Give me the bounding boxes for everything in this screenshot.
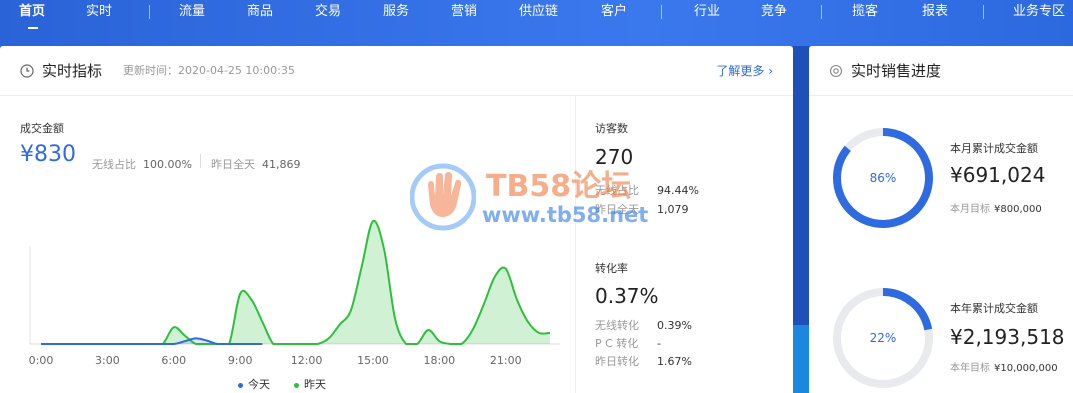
- conversion-yesterday-row: 昨日转化 1.67%: [595, 355, 692, 369]
- nav-item-realtime[interactable]: 实时: [86, 0, 112, 24]
- gmv-yesterday: 昨日全天 41,869: [211, 156, 301, 172]
- clock-icon: [20, 64, 34, 78]
- gmv-trend-chart: 0:00 3:00 6:00 9:00 12:00 15:00 18:00 21:00: [29, 219, 560, 367]
- gmv-wireless: 无线占比 100.00%: [92, 156, 192, 172]
- visitors-yesterday-value: 1,079: [657, 203, 689, 216]
- legend-item-today[interactable]: 今天: [238, 376, 270, 392]
- month-target: 本月目标 ¥800,000: [950, 200, 1042, 215]
- gmv-label: 成交金额: [20, 122, 64, 135]
- gmv-value: ¥830: [20, 142, 76, 167]
- learn-more-link[interactable]: 了解更多 ›: [716, 63, 773, 79]
- year-target-value: ¥10,000,000: [994, 363, 1058, 374]
- gmv-yesterday-value: 41,869: [262, 158, 301, 171]
- nav-separator: [661, 5, 662, 19]
- conversion-pc-row: P C 转化 -: [595, 337, 661, 351]
- sales-progress-card: 实时销售进度 86% 本月累计成交金额 ¥691,024 本月目标 ¥800,00…: [809, 46, 1073, 393]
- month-gmv-value: ¥691,024: [950, 163, 1046, 187]
- nav-item-customers[interactable]: 客户: [601, 0, 627, 24]
- conversion-value: 0.37%: [595, 284, 659, 308]
- x-tick-label: 3:00: [95, 354, 120, 367]
- divider: [200, 154, 201, 168]
- visitors-wireless-label: 无线占比: [595, 184, 639, 197]
- nav-item-competition[interactable]: 竞争: [761, 0, 787, 24]
- month-target-label: 本月目标: [950, 204, 990, 215]
- card-title: 实时销售进度: [851, 62, 942, 80]
- legend-label-today: 今天: [248, 378, 270, 391]
- x-tick-label: 21:00: [490, 354, 522, 367]
- series-area-yesterday: [41, 220, 550, 344]
- card-title: 实时指标: [42, 62, 103, 80]
- update-time-value: 2020-04-25 10:00:35: [178, 64, 295, 77]
- conversion-wireless-value: 0.39%: [657, 319, 692, 332]
- conversion-wireless-label: 无线转化: [595, 319, 639, 332]
- card-header: 实时指标 更新时间：2020-04-25 10:00:35 了解更多 ›: [0, 46, 793, 96]
- target-icon: [829, 64, 843, 78]
- realtime-metrics-card: 实时指标 更新时间：2020-04-25 10:00:35 了解更多 › 成交金…: [0, 46, 793, 393]
- update-time: 更新时间：2020-04-25 10:00:35: [123, 64, 295, 78]
- nav-item-marketing[interactable]: 营销: [451, 0, 477, 24]
- x-tick-label: 0:00: [29, 354, 54, 367]
- nav-item-traffic[interactable]: 流量: [179, 0, 205, 24]
- nav-separator: [983, 5, 984, 19]
- month-progress-percent: 86%: [869, 171, 897, 185]
- nav-item-transactions[interactable]: 交易: [315, 0, 341, 24]
- legend-item-yesterday[interactable]: 昨天: [294, 376, 326, 392]
- column-divider: [575, 96, 576, 393]
- year-target-label: 本年目标: [950, 363, 990, 374]
- x-tick-label: 18:00: [423, 354, 455, 367]
- conversion-wireless-row: 无线转化 0.39%: [595, 319, 692, 333]
- scrollbar-thumb[interactable]: [793, 325, 809, 393]
- x-tick-label: 6:00: [161, 354, 186, 367]
- month-target-value: ¥800,000: [994, 204, 1042, 215]
- conversion-label: 转化率: [595, 262, 628, 275]
- year-progress-percent: 22%: [869, 331, 897, 345]
- gmv-yesterday-label: 昨日全天: [211, 158, 255, 171]
- year-target: 本年目标 ¥10,000,000: [950, 359, 1058, 374]
- top-navigation: 首页 实时 流量 商品 交易 服务 营销 供应链 客户 行业 竞争 揽客 报表 …: [0, 0, 1073, 46]
- conversion-pc-label: P C 转化: [595, 337, 639, 350]
- nav-separator: [821, 5, 822, 19]
- nav-item-industry[interactable]: 行业: [694, 0, 720, 24]
- visitors-label: 访客数: [595, 122, 628, 135]
- conversion-yesterday-value: 1.67%: [657, 355, 692, 368]
- gmv-wireless-value: 100.00%: [143, 158, 192, 171]
- nav-active-indicator: [28, 27, 38, 29]
- card-header: 实时销售进度: [809, 46, 1073, 96]
- month-gmv-label: 本月累计成交金额: [950, 142, 1038, 155]
- x-tick-label: 9:00: [228, 354, 253, 367]
- nav-item-service[interactable]: 服务: [383, 0, 409, 24]
- gmv-wireless-label: 无线占比: [92, 158, 136, 171]
- nav-item-products[interactable]: 商品: [247, 0, 273, 24]
- year-gmv-label: 本年累计成交金额: [950, 302, 1038, 315]
- update-time-label: 更新时间：: [123, 64, 178, 77]
- conversion-pc-value: -: [657, 337, 661, 350]
- year-gmv-value: ¥2,193,518: [950, 325, 1065, 349]
- nav-item-home[interactable]: 首页: [19, 0, 45, 24]
- nav-item-acquisition[interactable]: 揽客: [852, 0, 878, 24]
- series-line-yesterday[interactable]: [41, 219, 551, 345]
- legend-dot-yesterday: [294, 382, 299, 388]
- x-tick-label: 12:00: [291, 354, 323, 367]
- visitors-wireless-row: 无线占比 94.44%: [595, 184, 699, 198]
- visitors-value: 270: [595, 145, 634, 169]
- visitors-wireless-value: 94.44%: [657, 184, 699, 197]
- legend-label-yesterday: 昨天: [304, 378, 326, 391]
- nav-item-business-zone[interactable]: 业务专区: [1013, 0, 1065, 24]
- nav-separator: [149, 5, 150, 19]
- visitors-yesterday-label: 昨日全天: [595, 203, 639, 216]
- nav-item-supply-chain[interactable]: 供应链: [519, 0, 558, 24]
- visitors-yesterday-row: 昨日全天 1,079: [595, 203, 689, 217]
- legend-dot-today: [238, 382, 243, 388]
- nav-item-reports[interactable]: 报表: [922, 0, 948, 24]
- x-tick-label: 15:00: [357, 354, 389, 367]
- conversion-yesterday-label: 昨日转化: [595, 355, 639, 368]
